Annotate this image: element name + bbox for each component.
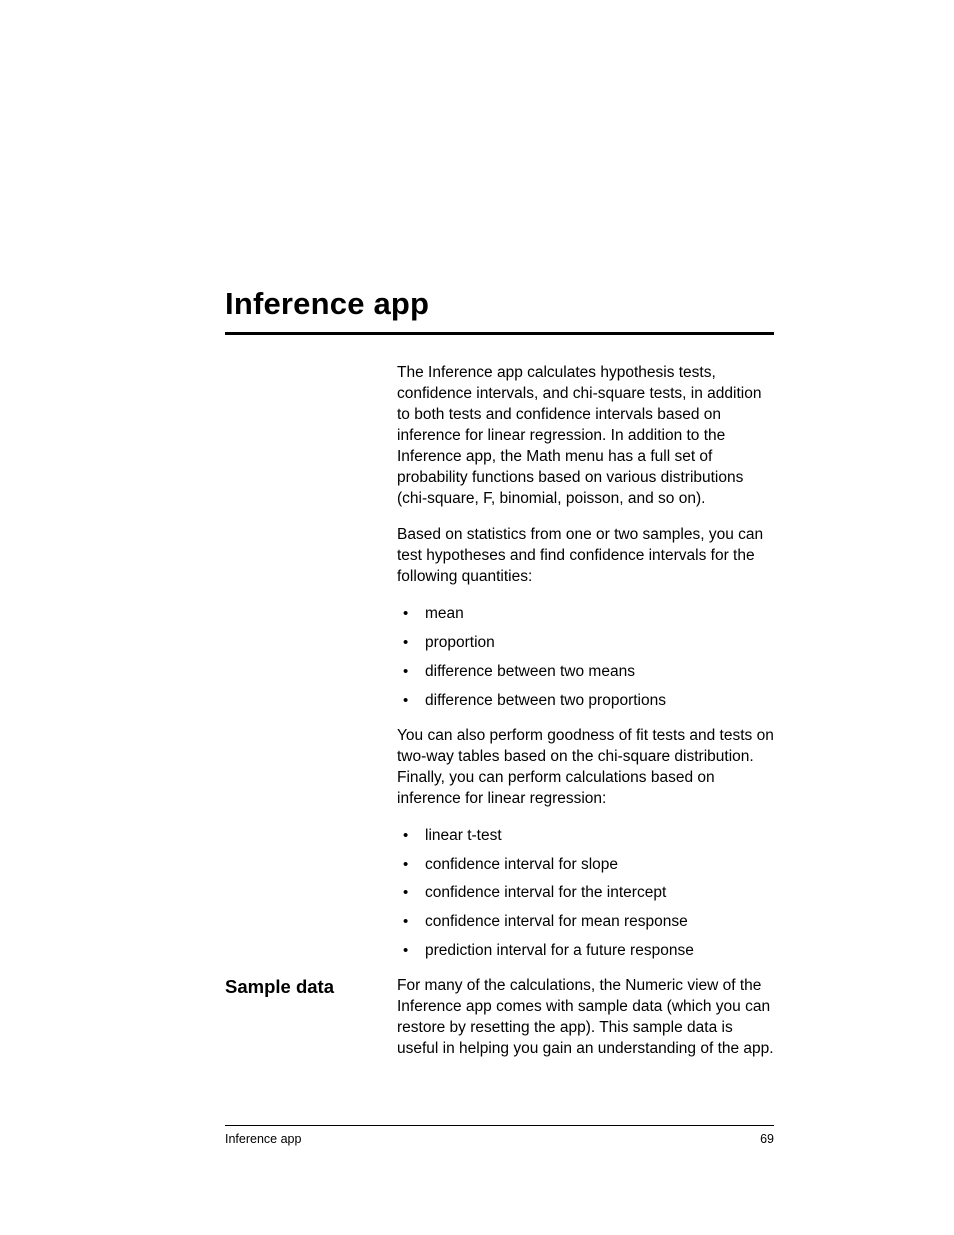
page: Inference app The Inference app calculat…	[0, 0, 954, 1235]
chapter-title: Inference app	[225, 286, 774, 322]
list-item: confidence interval for the intercept	[397, 883, 774, 904]
list-item: difference between two proportions	[397, 691, 774, 712]
footer-title: Inference app	[225, 1132, 301, 1146]
list-item: confidence interval for mean response	[397, 912, 774, 933]
side-heading-sample-data: Sample data	[225, 976, 395, 998]
paragraph-3: You can also perform goodness of fit tes…	[397, 726, 774, 810]
page-footer: Inference app 69	[225, 1132, 774, 1146]
list-item: proportion	[397, 633, 774, 654]
paragraph-2: Based on statistics from one or two samp…	[397, 525, 774, 588]
footer-rule	[225, 1125, 774, 1126]
content-area: Inference app The Inference app calculat…	[225, 286, 774, 1076]
page-number: 69	[760, 1132, 774, 1146]
sample-data-section: Sample data For many of the calculations…	[225, 976, 774, 1060]
list-item: confidence interval for slope	[397, 855, 774, 876]
list-item: prediction interval for a future respons…	[397, 941, 774, 962]
list-item: difference between two means	[397, 662, 774, 683]
quantities-list: mean proportion difference between two m…	[397, 604, 774, 712]
body-column: The Inference app calculates hypothesis …	[397, 363, 774, 962]
sample-data-paragraph: For many of the calculations, the Numeri…	[397, 976, 774, 1060]
title-rule	[225, 332, 774, 335]
regression-list: linear t-test confidence interval for sl…	[397, 826, 774, 963]
list-item: linear t-test	[397, 826, 774, 847]
sample-data-body: For many of the calculations, the Numeri…	[397, 976, 774, 1060]
intro-paragraph: The Inference app calculates hypothesis …	[397, 363, 774, 509]
list-item: mean	[397, 604, 774, 625]
